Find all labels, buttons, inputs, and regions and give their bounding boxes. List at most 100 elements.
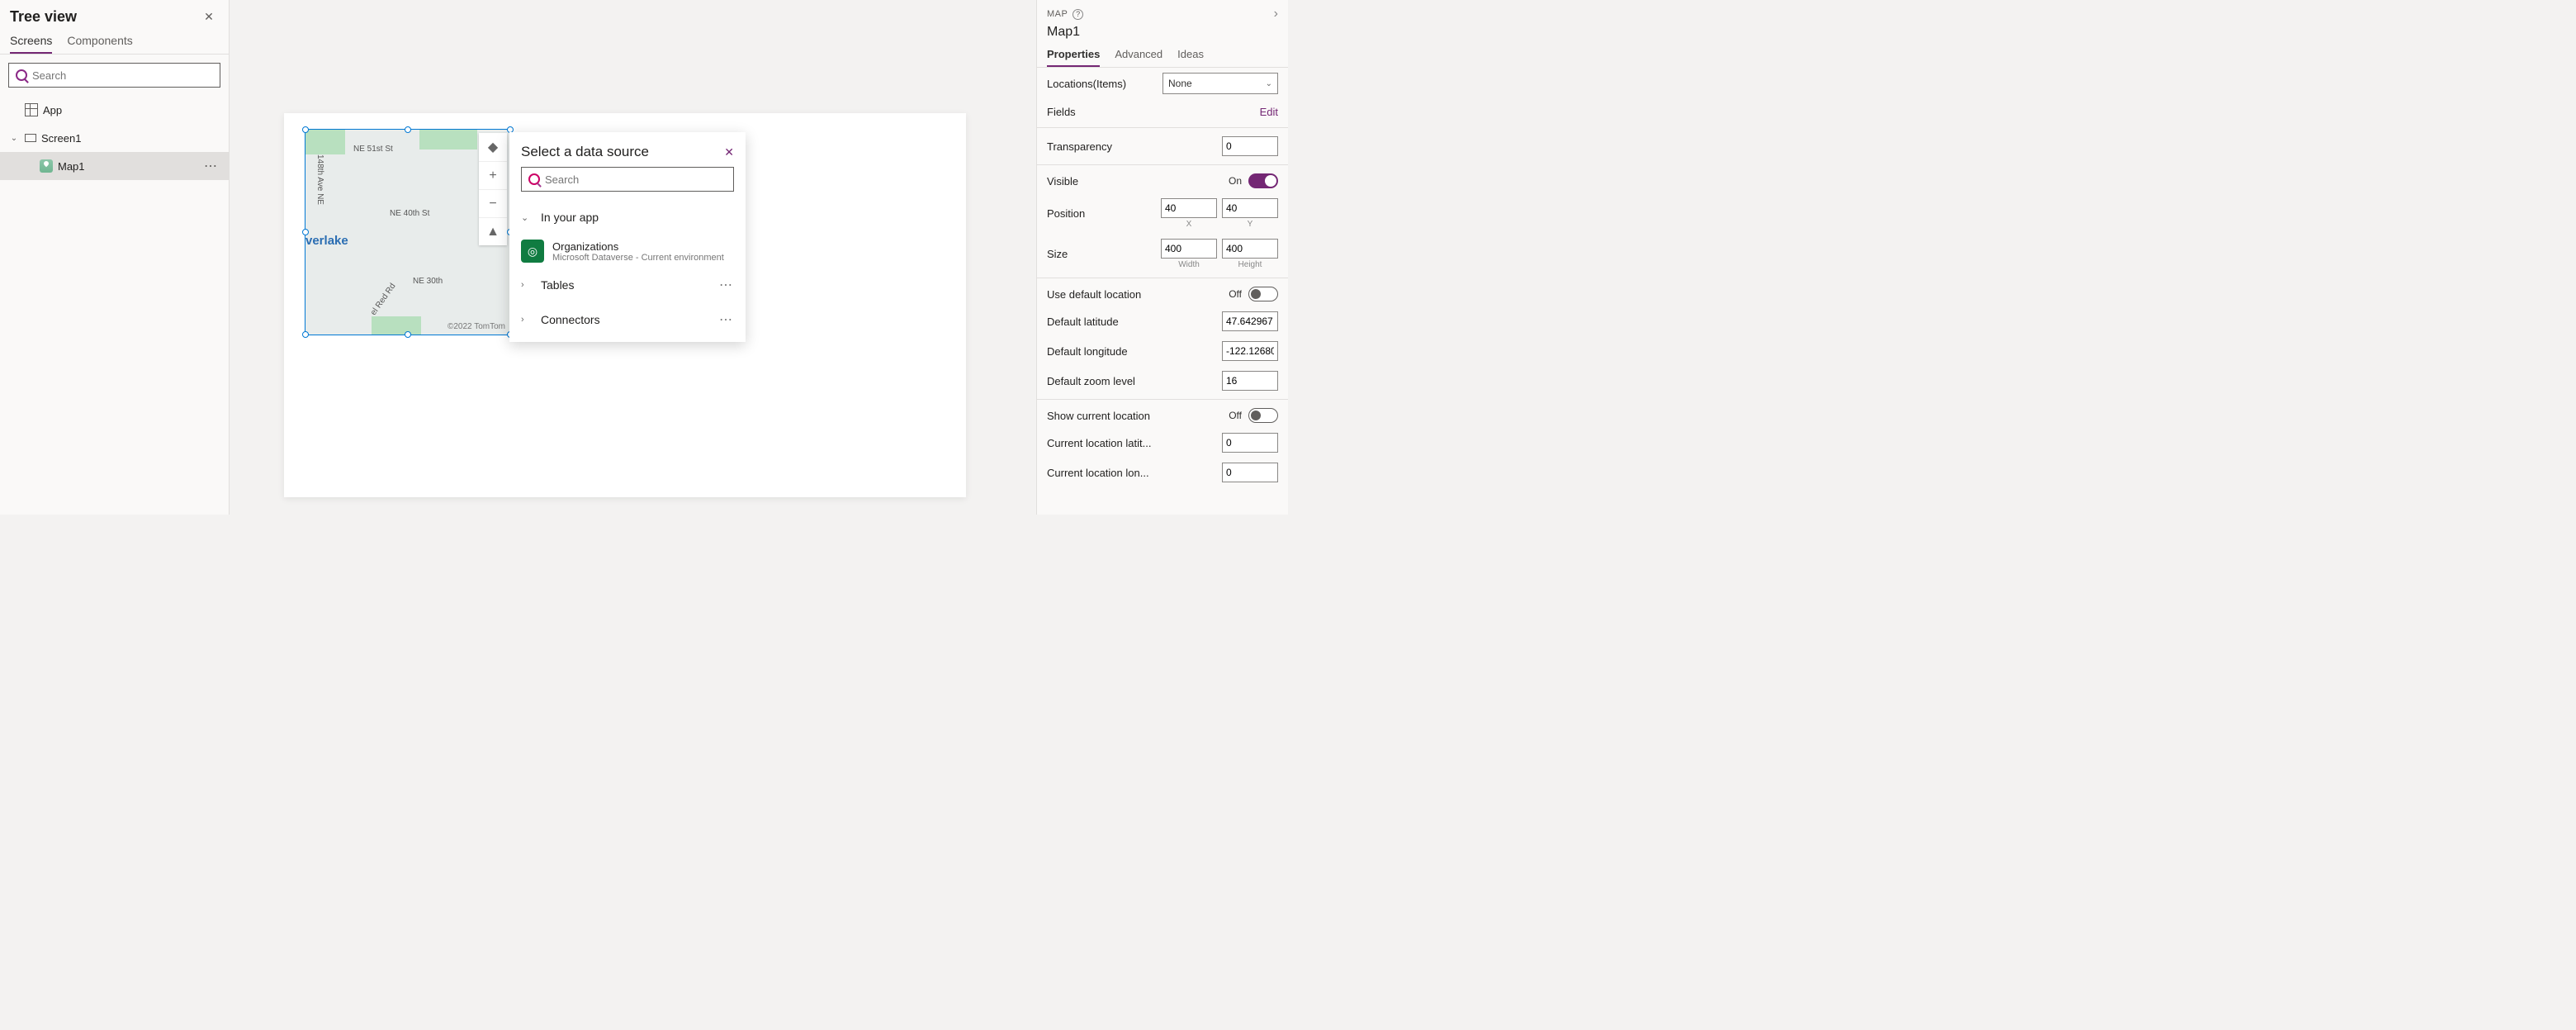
- resize-handle[interactable]: [405, 126, 411, 133]
- map-road-label: el Red Rd: [369, 282, 398, 317]
- tab-advanced[interactable]: Advanced: [1115, 48, 1163, 67]
- size-width-input[interactable]: [1161, 239, 1217, 259]
- current-longitude-input[interactable]: [1222, 463, 1278, 482]
- close-icon[interactable]: ✕: [724, 145, 734, 159]
- tree-search-field[interactable]: [32, 69, 213, 82]
- screen-icon: [25, 134, 36, 142]
- tab-ideas[interactable]: Ideas: [1177, 48, 1204, 67]
- tree-search-input[interactable]: [8, 63, 220, 88]
- tree-row-app[interactable]: App: [0, 96, 229, 124]
- map-street-label: 148th Ave NE: [315, 154, 324, 205]
- section-connectors[interactable]: › Connectors ⋯: [509, 302, 746, 337]
- prop-label-show-current-location: Show current location: [1047, 410, 1229, 422]
- sublabel-width: Width: [1178, 260, 1200, 269]
- data-source-popover: Select a data source ✕ .ds-search .searc…: [509, 132, 746, 342]
- prop-label-use-default-location: Use default location: [1047, 288, 1229, 301]
- properties-body: Locations(Items) None ⌄ Fields Edit Tran…: [1037, 68, 1288, 515]
- section-tables[interactable]: › Tables ⋯: [509, 268, 746, 302]
- app-icon: [25, 103, 38, 116]
- tree-row-map1[interactable]: Map1 ⋯: [0, 152, 229, 180]
- chevron-down-icon: ⌄: [1266, 79, 1272, 88]
- prop-label-locations: Locations(Items): [1047, 78, 1163, 90]
- prop-label-fields: Fields: [1047, 106, 1260, 118]
- use-default-location-toggle[interactable]: [1248, 287, 1278, 301]
- tree-row-label: App: [43, 104, 62, 116]
- toggle-state-text: Off: [1229, 288, 1242, 300]
- current-latitude-input[interactable]: [1222, 433, 1278, 453]
- tree-view-panel: Tree view ✕ Screens Components App ⌄ Scr…: [0, 0, 230, 515]
- prop-label-default-latitude: Default latitude: [1047, 316, 1222, 328]
- prop-label-current-latitude: Current location latit...: [1047, 437, 1222, 449]
- data-source-title: Select a data source: [521, 144, 649, 160]
- map-zoom-in-button[interactable]: +: [479, 161, 507, 189]
- data-source-search[interactable]: .ds-search .search-icon{border-color:#a3…: [521, 167, 734, 192]
- fields-edit-link[interactable]: Edit: [1260, 106, 1278, 118]
- resize-handle[interactable]: [405, 331, 411, 338]
- tree-row-screen1[interactable]: ⌄ Screen1: [0, 124, 229, 152]
- prop-label-current-longitude: Current location lon...: [1047, 467, 1222, 479]
- position-y-input[interactable]: [1222, 198, 1278, 218]
- chevron-down-icon: ⌄: [521, 212, 533, 223]
- prop-label-transparency: Transparency: [1047, 140, 1222, 153]
- map-compass-button[interactable]: ◆: [479, 133, 507, 161]
- toggle-state-text: Off: [1229, 410, 1242, 421]
- default-latitude-input[interactable]: [1222, 311, 1278, 331]
- section-in-your-app[interactable]: ⌄ In your app: [509, 200, 746, 235]
- control-name: Map1: [1047, 25, 1278, 40]
- map-street-label: NE 51st St: [353, 145, 393, 154]
- chevron-right-icon[interactable]: ›: [1274, 7, 1278, 21]
- section-label: Tables: [541, 278, 719, 292]
- default-longitude-input[interactable]: [1222, 341, 1278, 361]
- visible-toggle[interactable]: [1248, 173, 1278, 188]
- map-icon: [40, 159, 53, 173]
- position-x-input[interactable]: [1161, 198, 1217, 218]
- close-icon[interactable]: ✕: [201, 10, 217, 24]
- more-icon[interactable]: ⋯: [719, 311, 734, 328]
- show-current-location-toggle[interactable]: [1248, 408, 1278, 423]
- help-icon[interactable]: ?: [1073, 9, 1083, 20]
- prop-label-default-zoom: Default zoom level: [1047, 375, 1222, 387]
- tree-list: App ⌄ Screen1 Map1 ⋯: [0, 96, 229, 515]
- dropdown-value: None: [1168, 78, 1192, 89]
- tree-row-label: Screen1: [41, 132, 81, 145]
- locations-dropdown[interactable]: None ⌄: [1163, 73, 1278, 94]
- resize-handle[interactable]: [302, 229, 309, 235]
- tab-screens[interactable]: Screens: [10, 34, 52, 54]
- tree-row-label: Map1: [58, 160, 85, 173]
- more-icon[interactable]: ⋯: [719, 277, 734, 293]
- chevron-right-icon: ›: [521, 280, 533, 290]
- properties-panel: MAP ? › Map1 Properties Advanced Ideas L…: [1036, 0, 1288, 515]
- prop-label-size: Size: [1047, 248, 1161, 260]
- section-label: In your app: [541, 211, 734, 224]
- data-source-search-field[interactable]: [545, 173, 727, 186]
- resize-handle[interactable]: [302, 331, 309, 338]
- tree-tabs: Screens Components: [0, 29, 229, 55]
- map-city-label: verlake: [305, 234, 348, 248]
- tab-properties[interactable]: Properties: [1047, 48, 1100, 67]
- map-copyright: ©2022 TomTom: [447, 322, 505, 331]
- data-source-item-sub: Microsoft Dataverse - Current environmen…: [552, 253, 724, 263]
- search-icon: [16, 69, 27, 81]
- map-control[interactable]: 148th Ave NE NE 51st St NE 40th St NE 30…: [305, 130, 510, 335]
- size-height-input[interactable]: [1222, 239, 1278, 259]
- chevron-down-icon[interactable]: ⌄: [10, 134, 18, 143]
- map-tilt-button[interactable]: ▲: [479, 217, 507, 245]
- toggle-state-text: On: [1229, 175, 1242, 187]
- canvas[interactable]: 148th Ave NE NE 51st St NE 40th St NE 30…: [230, 0, 1036, 515]
- data-source-item-organizations[interactable]: ◎ Organizations Microsoft Dataverse - Cu…: [509, 235, 746, 268]
- section-label: Connectors: [541, 313, 719, 326]
- properties-tabs: Properties Advanced Ideas: [1037, 41, 1288, 68]
- sublabel-x: X: [1186, 220, 1192, 229]
- more-icon[interactable]: ⋯: [204, 158, 219, 174]
- control-type-label: MAP: [1047, 9, 1068, 19]
- chevron-right-icon: ›: [521, 315, 533, 325]
- resize-handle[interactable]: [302, 126, 309, 133]
- sublabel-y: Y: [1248, 220, 1253, 229]
- prop-label-position: Position: [1047, 207, 1161, 220]
- tab-components[interactable]: Components: [67, 34, 132, 54]
- data-source-item-name: Organizations: [552, 240, 724, 253]
- transparency-input[interactable]: [1222, 136, 1278, 156]
- map-zoom-out-button[interactable]: −: [479, 189, 507, 217]
- dataverse-icon: ◎: [521, 240, 544, 263]
- default-zoom-input[interactable]: [1222, 371, 1278, 391]
